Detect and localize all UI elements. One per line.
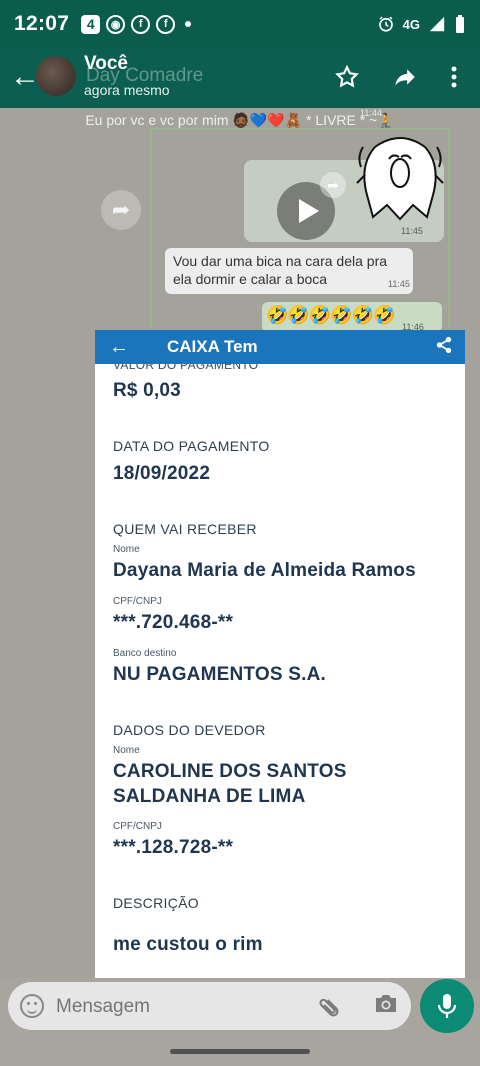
bank-label: Banco destino xyxy=(113,648,177,659)
debtor-cpf: ***.128.728-** xyxy=(113,837,234,858)
contact-status: agora mesmo xyxy=(84,82,170,98)
network-label: 4G xyxy=(402,16,420,32)
star-icon[interactable] xyxy=(334,64,360,95)
caixa-header: ← CAIXA Tem xyxy=(95,330,465,364)
notification-icon: ◉ xyxy=(106,14,126,34)
contact-status-line: Eu por vc e vc por mim 🧔🏾💙❤️🧸 * LIVRE * … xyxy=(85,112,395,128)
caixa-title: CAIXA Tem xyxy=(167,337,258,356)
status-notification-icons: 4 ◉ f f xyxy=(81,14,192,34)
sticker-time: 11:44 xyxy=(360,108,382,118)
dot-icon xyxy=(185,21,192,27)
text-message[interactable]: Vou dar uma bica na cara dela pra ela do… xyxy=(165,248,413,294)
facebook-icon: f xyxy=(131,14,151,34)
description-value: me custou o rim xyxy=(113,934,263,955)
forward-icon[interactable]: ➦ xyxy=(320,172,346,198)
receiver-name: Dayana Maria de Almeida Ramos xyxy=(113,560,416,581)
avatar[interactable] xyxy=(36,56,76,96)
forward-icon[interactable]: ➦ xyxy=(101,190,141,230)
receiver-cpf: ***.720.468-** xyxy=(113,612,234,633)
debtor-cpf-label: CPF/CNPJ xyxy=(113,821,162,832)
battery-icon xyxy=(456,15,464,33)
mic-button[interactable] xyxy=(420,979,474,1033)
message-input[interactable] xyxy=(56,996,296,1018)
share-icon xyxy=(435,336,453,359)
receiver-cpf-label: CPF/CNPJ xyxy=(113,596,162,607)
camera-icon[interactable] xyxy=(373,992,399,1014)
chat-header: ← Day Comadre Você agora mesmo xyxy=(0,48,480,108)
status-time: 12:07 xyxy=(14,12,70,35)
app-badge-icon: 4 xyxy=(81,14,101,34)
debtor-name-line1: CAROLINE DOS SANTOS xyxy=(113,761,347,782)
amount-value: R$ 0,03 xyxy=(113,380,181,401)
forward-icon[interactable] xyxy=(392,64,418,95)
play-icon xyxy=(299,199,319,223)
back-arrow-icon: ← xyxy=(109,335,129,358)
mic-icon xyxy=(437,994,457,1018)
more-vert-icon[interactable] xyxy=(444,64,464,95)
emoji-row: 🤣🤣🤣🤣🤣🤣 xyxy=(266,305,395,325)
sticker-image[interactable] xyxy=(355,133,445,225)
message-text: Vou dar uma bica na cara dela pra ela do… xyxy=(173,253,388,287)
date-value: 18/09/2022 xyxy=(113,463,211,484)
date-label: DATA DO PAGAMENTO xyxy=(113,438,270,454)
debtor-name-line2: SALDANHA DE LIMA xyxy=(113,786,306,807)
debtor-name-label: Nome xyxy=(113,745,140,756)
emoji-icon[interactable] xyxy=(20,994,44,1018)
video-time: 11:45 xyxy=(401,226,423,236)
status-right: 4G xyxy=(377,14,466,34)
receiver-name-label: Nome xyxy=(113,544,140,555)
facebook-icon: f xyxy=(156,14,176,34)
receiver-label: QUEM VAI RECEBER xyxy=(113,521,257,537)
status-bar: 12:07 4 ◉ f f 4G xyxy=(0,0,480,48)
alarm-icon xyxy=(378,16,393,32)
debtor-label: DADOS DO DEVEDOR xyxy=(113,722,266,738)
bank-value: NU PAGAMENTOS S.A. xyxy=(113,664,326,685)
receipt-screenshot[interactable]: ← CAIXA Tem VALOR DO PAGAMENTO R$ 0,03 D… xyxy=(95,330,465,985)
description-label: DESCRIÇÃO xyxy=(113,895,199,911)
home-handle[interactable] xyxy=(170,1049,310,1054)
message-time: 11:45 xyxy=(388,279,410,289)
signal-icon xyxy=(429,16,445,32)
cut-label-clip: VALOR DO PAGAMENTO xyxy=(95,364,465,376)
contact-name[interactable]: Você xyxy=(84,53,128,75)
amount-label: VALOR DO PAGAMENTO xyxy=(113,364,259,372)
